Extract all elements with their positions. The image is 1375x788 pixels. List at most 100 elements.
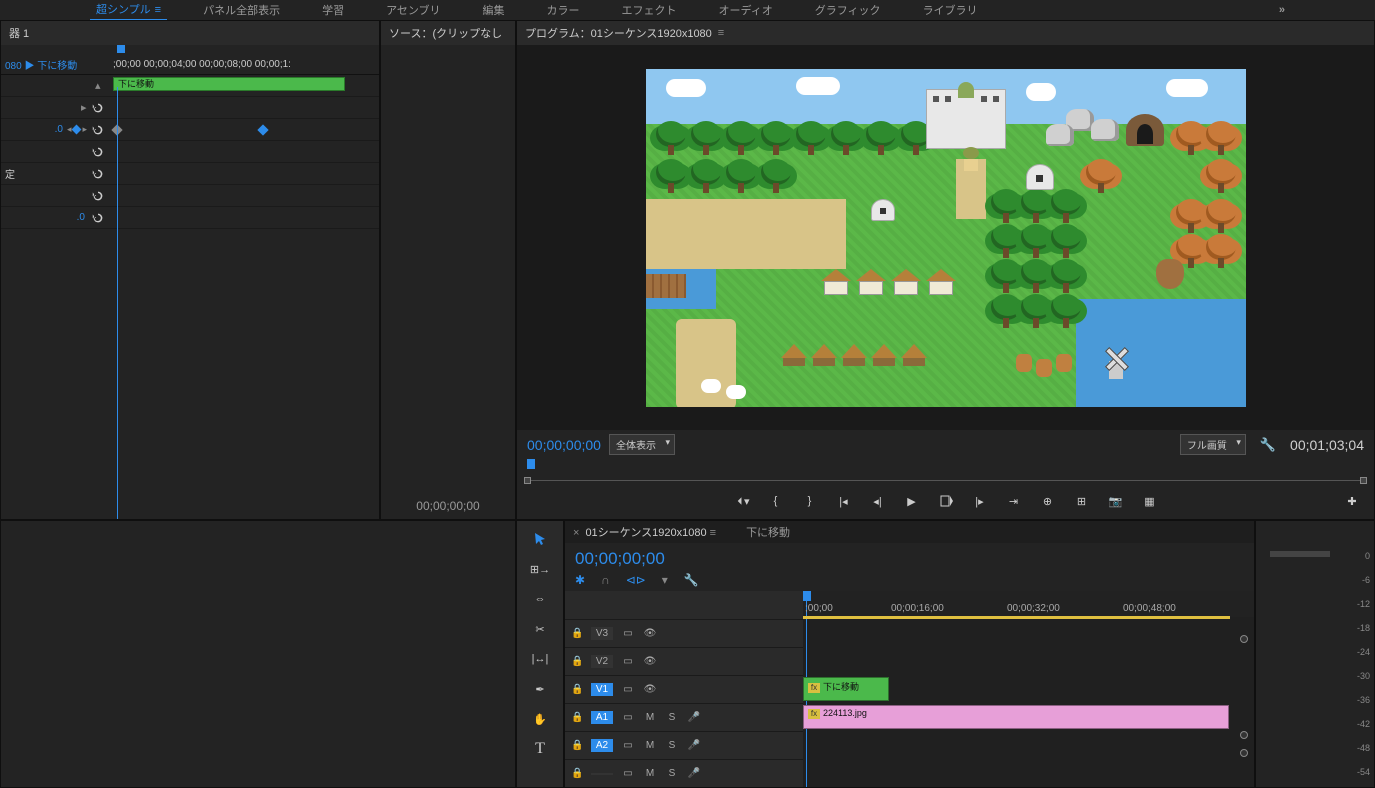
toggle-output-icon[interactable]: ▭ [621, 628, 635, 639]
workspace-tab-editing[interactable]: 編集 [477, 0, 511, 20]
ec-clip[interactable]: 下に移動 [113, 77, 345, 91]
snap-icon[interactable]: ✱ [575, 573, 585, 587]
workspace-tab-all-panels[interactable]: パネル全部表示 [197, 0, 286, 20]
lock-icon[interactable]: 🔒 [571, 740, 583, 751]
reset-icon[interactable] [91, 101, 105, 115]
toggle-output-icon[interactable]: ▭ [621, 740, 635, 751]
settings-icon[interactable]: 🔧 [684, 573, 699, 587]
workspace-tab-effects[interactable]: エフェクト [616, 0, 683, 20]
mark-in-icon[interactable]: ▾ [734, 493, 750, 509]
step-back-icon[interactable]: ◂| [870, 493, 886, 509]
go-to-in-icon[interactable]: |◂ [836, 493, 852, 509]
track-header-v3[interactable]: 🔒 V3 ▭ 👁 [565, 619, 803, 647]
mute-icon[interactable]: M [643, 740, 657, 751]
solo-icon[interactable]: S [665, 712, 679, 723]
slip-tool-icon[interactable]: |↔| [530, 649, 550, 669]
program-preview[interactable] [517, 45, 1374, 430]
overwrite-icon[interactable]: ⊞ [1074, 493, 1090, 509]
quality-dropdown[interactable]: フル画質 [1180, 434, 1246, 455]
hamburger-icon[interactable]: ≡ [710, 527, 716, 539]
workspace-tab-color[interactable]: カラー [541, 0, 586, 20]
collapse-icon[interactable]: ▴ [95, 79, 105, 92]
toggle-output-icon[interactable]: ▭ [621, 684, 635, 695]
workspace-overflow-button[interactable]: » [1279, 4, 1285, 16]
lock-icon[interactable]: 🔒 [571, 768, 583, 779]
ec-value[interactable]: .0 [77, 212, 85, 223]
workspace-tab-library[interactable]: ライブラリ [917, 0, 984, 20]
hamburger-icon[interactable]: ≡ [718, 27, 724, 39]
reset-icon[interactable] [91, 189, 105, 203]
scroll-handle-icon[interactable] [1240, 635, 1248, 643]
timeline-timecode[interactable]: 00;00;00;00 [575, 549, 1244, 569]
program-time-ruler[interactable] [527, 459, 1364, 487]
close-icon[interactable]: × [573, 527, 579, 539]
workspace-tab-audio[interactable]: オーディオ [713, 0, 779, 20]
workspace-tab-graphics[interactable]: グラフィック [809, 0, 887, 20]
track-header-v2[interactable]: 🔒 V2 ▭ 👁 [565, 647, 803, 675]
marker-icon[interactable]: ▾ [662, 573, 668, 587]
go-to-out-icon[interactable]: |▸ [972, 493, 988, 509]
play-icon[interactable]: ▶ [904, 493, 920, 509]
workspace-tab-assembly[interactable]: アセンブリ [380, 0, 446, 20]
timeline-tab[interactable]: 01シーケンス1920x1080 [585, 527, 706, 539]
keyframe-diamond-icon[interactable] [257, 124, 268, 135]
linked-selection-icon[interactable]: ⊲⊳ [626, 573, 646, 587]
razor-tool-icon[interactable]: ✂ [530, 619, 550, 639]
eye-icon[interactable]: 👁 [643, 684, 657, 695]
ripple-tool-icon[interactable]: ⇔ [530, 589, 550, 609]
timeline-clip-pink[interactable]: fx224113.jpg [803, 705, 1229, 729]
hamburger-icon[interactable]: ≡ [155, 4, 161, 16]
type-tool-icon[interactable]: T [530, 739, 550, 759]
track-label[interactable] [591, 773, 613, 775]
track-header-a1[interactable]: 🔒 A1 ▭ M S 🎤 [565, 703, 803, 731]
toggle-output-icon[interactable]: ▭ [621, 768, 635, 779]
keyframe-nav[interactable]: ◂▸ [67, 124, 87, 135]
toggle-output-icon[interactable]: ▭ [621, 712, 635, 723]
voiceover-icon[interactable]: 🎤 [687, 740, 701, 751]
ec-source-label[interactable]: 080 ▶ 下に移動 [5, 57, 113, 72]
work-area-bar[interactable] [803, 616, 1230, 619]
scroll-handle-icon[interactable] [1240, 731, 1248, 739]
scroll-handle-icon[interactable] [1240, 749, 1248, 757]
mute-icon[interactable]: M [643, 768, 657, 779]
program-playhead-icon[interactable] [527, 459, 535, 469]
timeline-ruler[interactable]: ;00;00 00;00;16;00 00;00;32;00 00;00;48;… [803, 591, 1254, 617]
comparison-icon[interactable]: ▦ [1142, 493, 1158, 509]
lift-icon[interactable]: ⇥ [1006, 493, 1022, 509]
ec-playhead-icon[interactable] [117, 45, 125, 53]
lock-icon[interactable]: 🔒 [571, 628, 583, 639]
track-label[interactable]: V2 [591, 655, 613, 668]
track-select-tool-icon[interactable]: ⊞→ [530, 559, 550, 579]
reset-icon[interactable] [91, 167, 105, 181]
timeline-tracks[interactable]: ;00;00 00;00;16;00 00;00;32;00 00;00;48;… [803, 591, 1254, 787]
lock-icon[interactable]: 🔒 [571, 684, 583, 695]
mute-icon[interactable]: M [643, 712, 657, 723]
lock-icon[interactable]: 🔒 [571, 712, 583, 723]
toggle-output-icon[interactable]: ▭ [621, 656, 635, 667]
add-button-icon[interactable]: ✚ [1344, 493, 1360, 509]
workspace-tab-simple[interactable]: 超シンプル≡ [90, 0, 167, 21]
wrench-icon[interactable]: 🔧 [1260, 437, 1276, 453]
track-label[interactable]: A1 [591, 711, 613, 724]
magnet-icon[interactable]: ∩ [601, 573, 610, 587]
reset-icon[interactable] [91, 145, 105, 159]
pen-tool-icon[interactable]: ✒ [530, 679, 550, 699]
view-mode-dropdown[interactable]: 全体表示 [609, 434, 675, 455]
solo-icon[interactable]: S [665, 768, 679, 779]
eye-icon[interactable]: 👁 [643, 628, 657, 639]
selection-tool-icon[interactable] [530, 529, 550, 549]
eye-icon[interactable]: 👁 [643, 656, 657, 667]
timeline-playhead-icon[interactable] [803, 591, 811, 601]
track-label[interactable]: V3 [591, 627, 613, 640]
track-header-a2[interactable]: 🔒 A2 ▭ M S 🎤 [565, 731, 803, 759]
bracket-in-icon[interactable]: { [768, 493, 784, 509]
timeline-clip-green[interactable]: fx下に移動 [803, 677, 889, 701]
reset-icon[interactable] [91, 211, 105, 225]
ec-playhead-line[interactable] [117, 87, 118, 519]
timeline-tab-2[interactable]: 下に移動 [746, 524, 790, 540]
hand-tool-icon[interactable]: ✋ [530, 709, 550, 729]
track-header-a3[interactable]: 🔒 ▭ M S 🎤 [565, 759, 803, 787]
expand-icon[interactable]: ▸ [81, 101, 91, 114]
lock-icon[interactable]: 🔒 [571, 656, 583, 667]
voiceover-icon[interactable]: 🎤 [687, 768, 701, 779]
